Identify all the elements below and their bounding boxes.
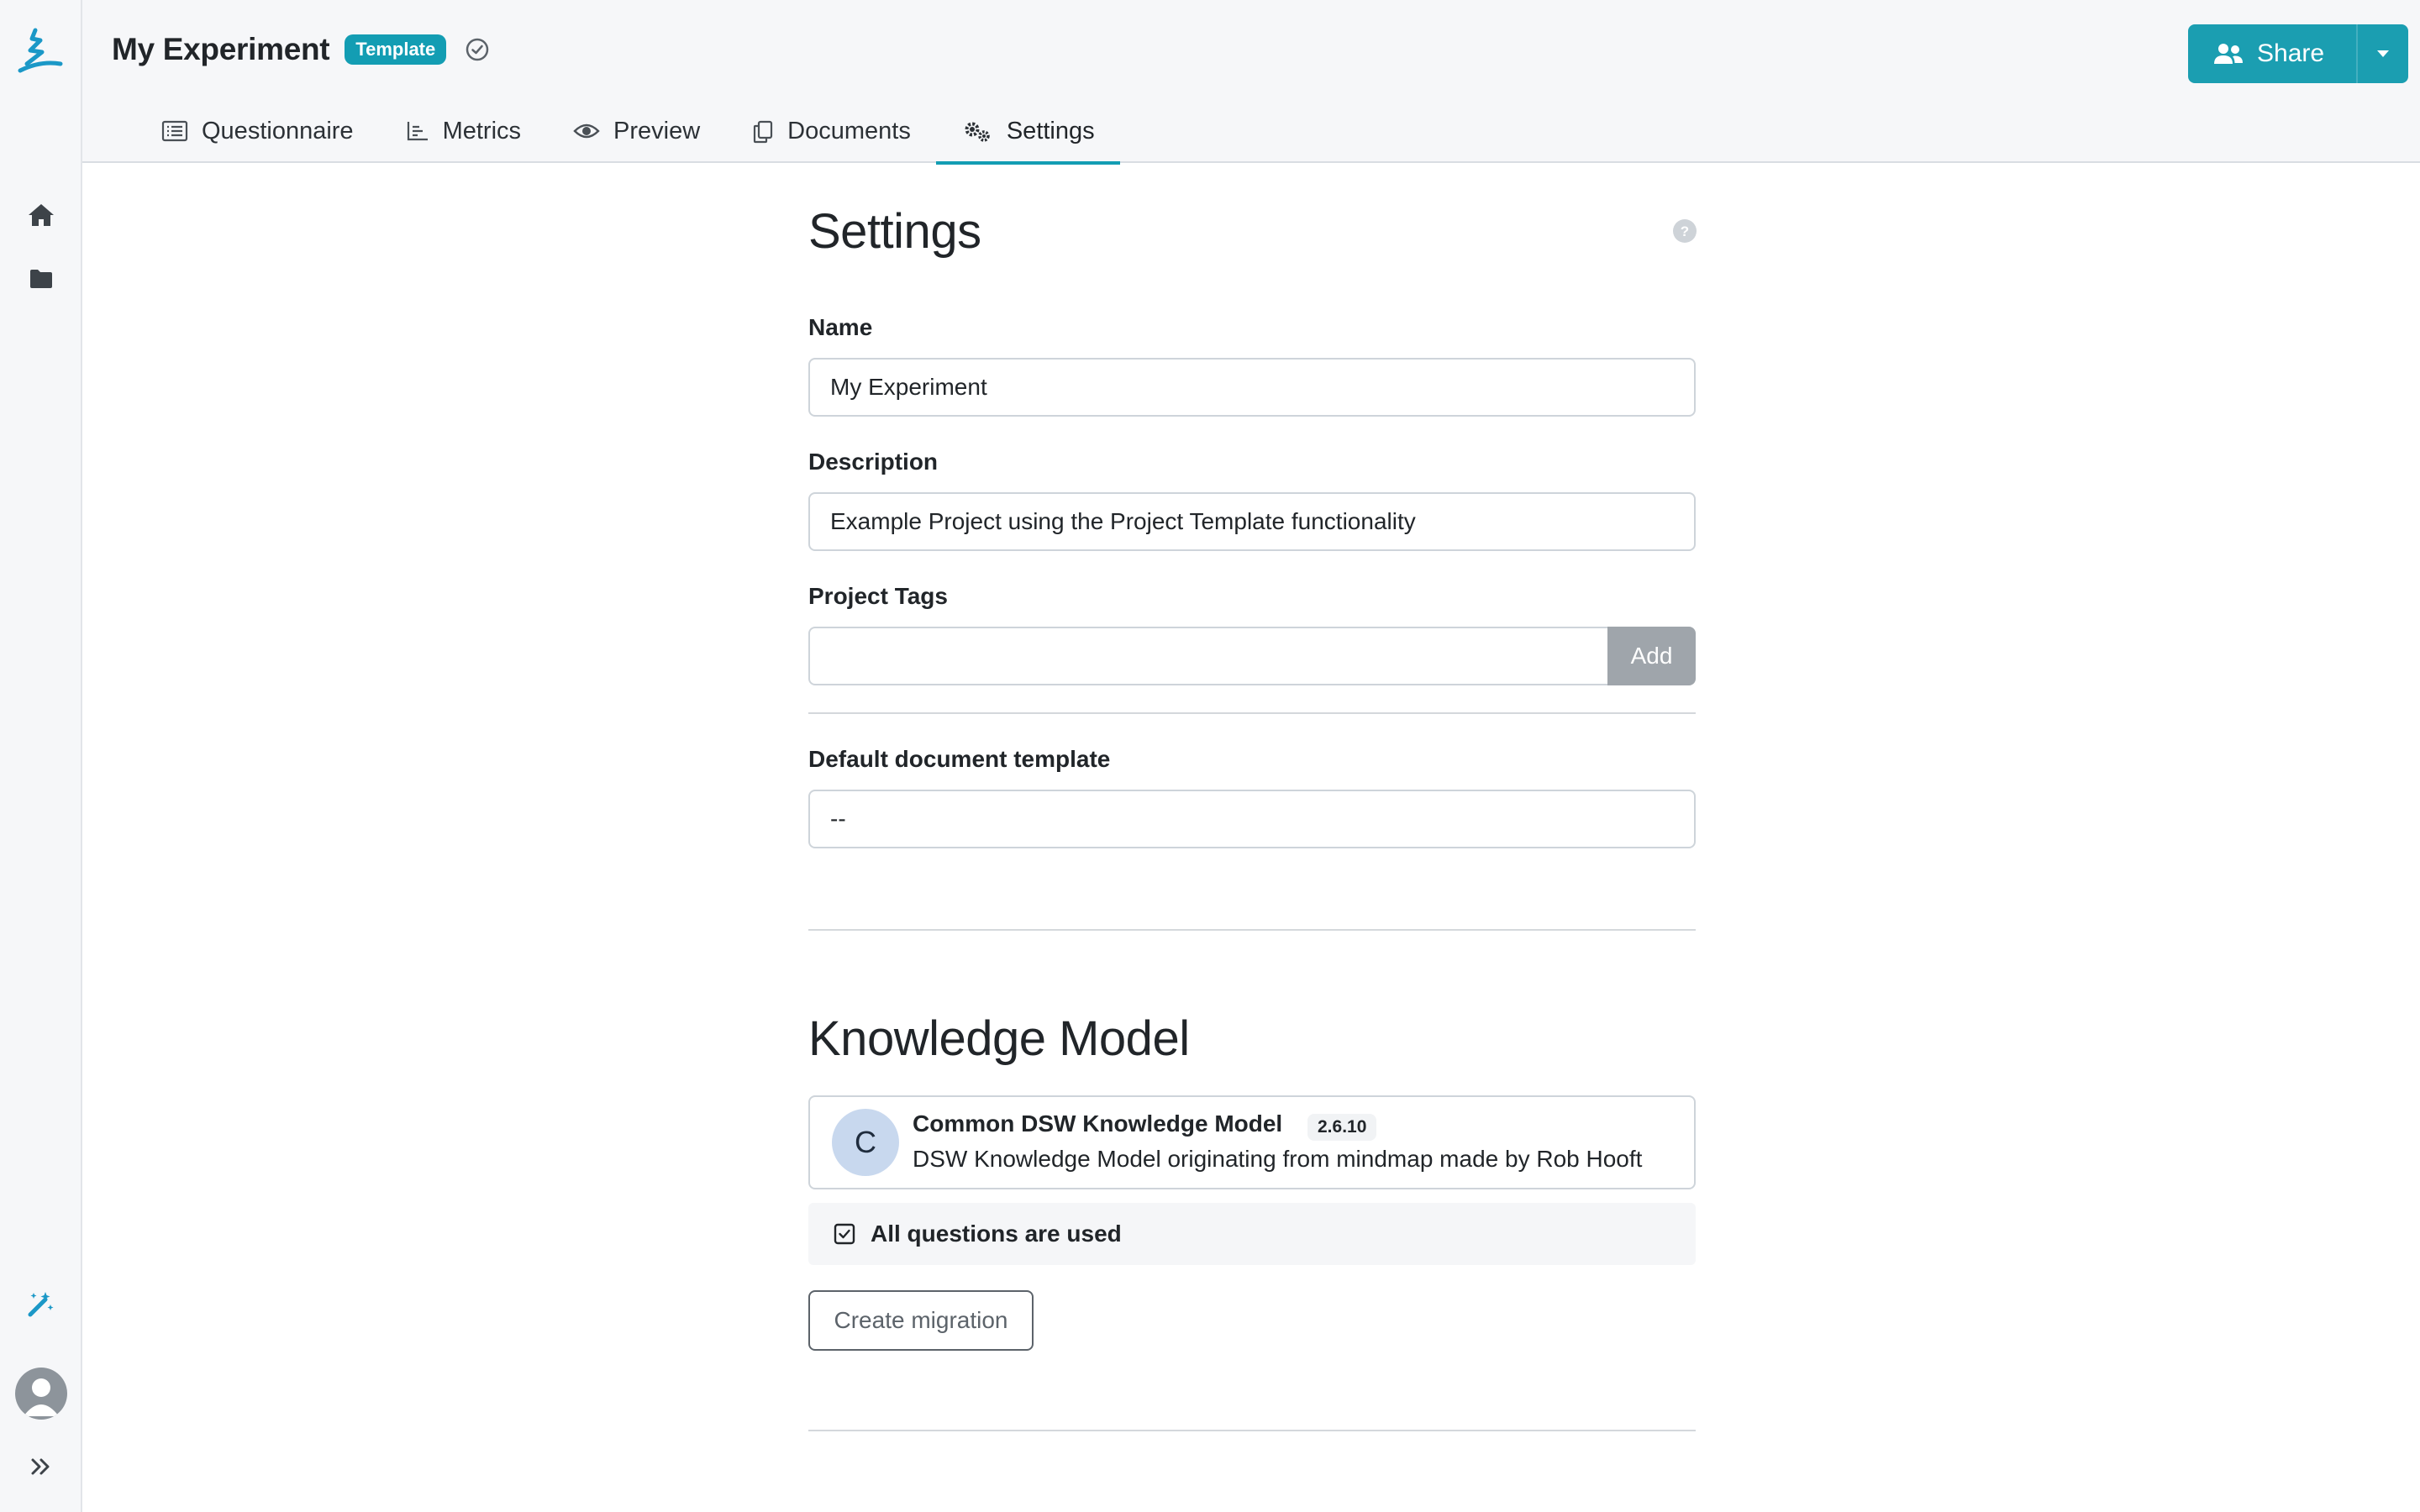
default-document-template-select[interactable]: --: [808, 790, 1696, 848]
default-document-template-label: Default document template: [808, 746, 1111, 772]
magic-wand-icon[interactable]: [24, 1287, 58, 1320]
divider: [808, 712, 1696, 714]
all-questions-used-text: All questions are used: [871, 1221, 1122, 1247]
knowledge-model-description: DSW Knowledge Model originating from min…: [913, 1146, 1643, 1172]
description-label: Description: [808, 449, 939, 475]
checkbox-checked-icon: [834, 1223, 855, 1245]
sidebar: [0, 0, 82, 1512]
share-label: Share: [2257, 39, 2325, 67]
list-icon: [161, 120, 188, 142]
bar-chart-icon: [407, 122, 428, 141]
svg-text:?: ?: [1681, 223, 1689, 239]
question-tags-status: All questions are used: [808, 1203, 1696, 1265]
tab-metrics[interactable]: Metrics: [379, 111, 546, 161]
app-logo[interactable]: [17, 27, 64, 77]
share-button[interactable]: Share: [2188, 24, 2356, 83]
folder-icon[interactable]: [24, 262, 58, 296]
share-dropdown-toggle[interactable]: [2356, 24, 2408, 83]
knowledge-model-card[interactable]: C Common DSW Knowledge Model 2.6.10 DSW …: [808, 1095, 1696, 1189]
gears-icon: [965, 122, 990, 142]
project-tags-input[interactable]: [808, 627, 1609, 685]
knowledge-model-heading: Knowledge Model: [808, 1011, 1190, 1066]
tab-questionnaire[interactable]: Questionnaire: [134, 111, 379, 161]
divider: [808, 1430, 1696, 1431]
tab-documents[interactable]: Documents: [725, 111, 936, 161]
knowledge-model-avatar: C: [832, 1109, 899, 1176]
add-tag-button[interactable]: Add: [1607, 627, 1696, 685]
tab-label: Preview: [613, 118, 701, 144]
tab-label: Metrics: [442, 118, 522, 144]
name-input[interactable]: [808, 358, 1696, 417]
project-tags-label: Project Tags: [808, 583, 948, 609]
expand-sidebar-icon[interactable]: [24, 1450, 58, 1483]
caret-down-icon: [2377, 50, 2390, 57]
eye-icon: [573, 123, 600, 139]
tab-label: Questionnaire: [202, 118, 354, 144]
help-icon[interactable]: ?: [1672, 218, 1697, 244]
divider: [808, 929, 1696, 931]
create-migration-button[interactable]: Create migration: [808, 1290, 1034, 1351]
user-avatar[interactable]: [15, 1368, 67, 1420]
knowledge-model-version-badge: 2.6.10: [1307, 1114, 1377, 1141]
name-label: Name: [808, 314, 873, 340]
knowledge-model-name: Common DSW Knowledge Model: [913, 1110, 1283, 1137]
project-title: My Experiment: [112, 32, 330, 66]
page-title: Settings: [808, 204, 981, 259]
users-icon: [2214, 44, 2243, 64]
home-icon[interactable]: [24, 198, 58, 232]
tab-label: Documents: [787, 118, 911, 144]
tab-settings[interactable]: Settings: [935, 111, 1120, 165]
template-badge: Template: [345, 34, 447, 65]
description-input[interactable]: [808, 492, 1696, 551]
project-tabs: Questionnaire Metrics Preview Documents: [134, 111, 1120, 165]
copy-icon: [754, 120, 773, 144]
tab-label: Settings: [1006, 118, 1095, 144]
share-button-group: Share: [2188, 24, 2409, 83]
title-row: My Experiment Template: [112, 32, 490, 67]
check-circle-icon: [465, 37, 490, 62]
project-header: My Experiment Template Share Questionnai…: [82, 0, 2420, 165]
tab-preview[interactable]: Preview: [546, 111, 725, 161]
